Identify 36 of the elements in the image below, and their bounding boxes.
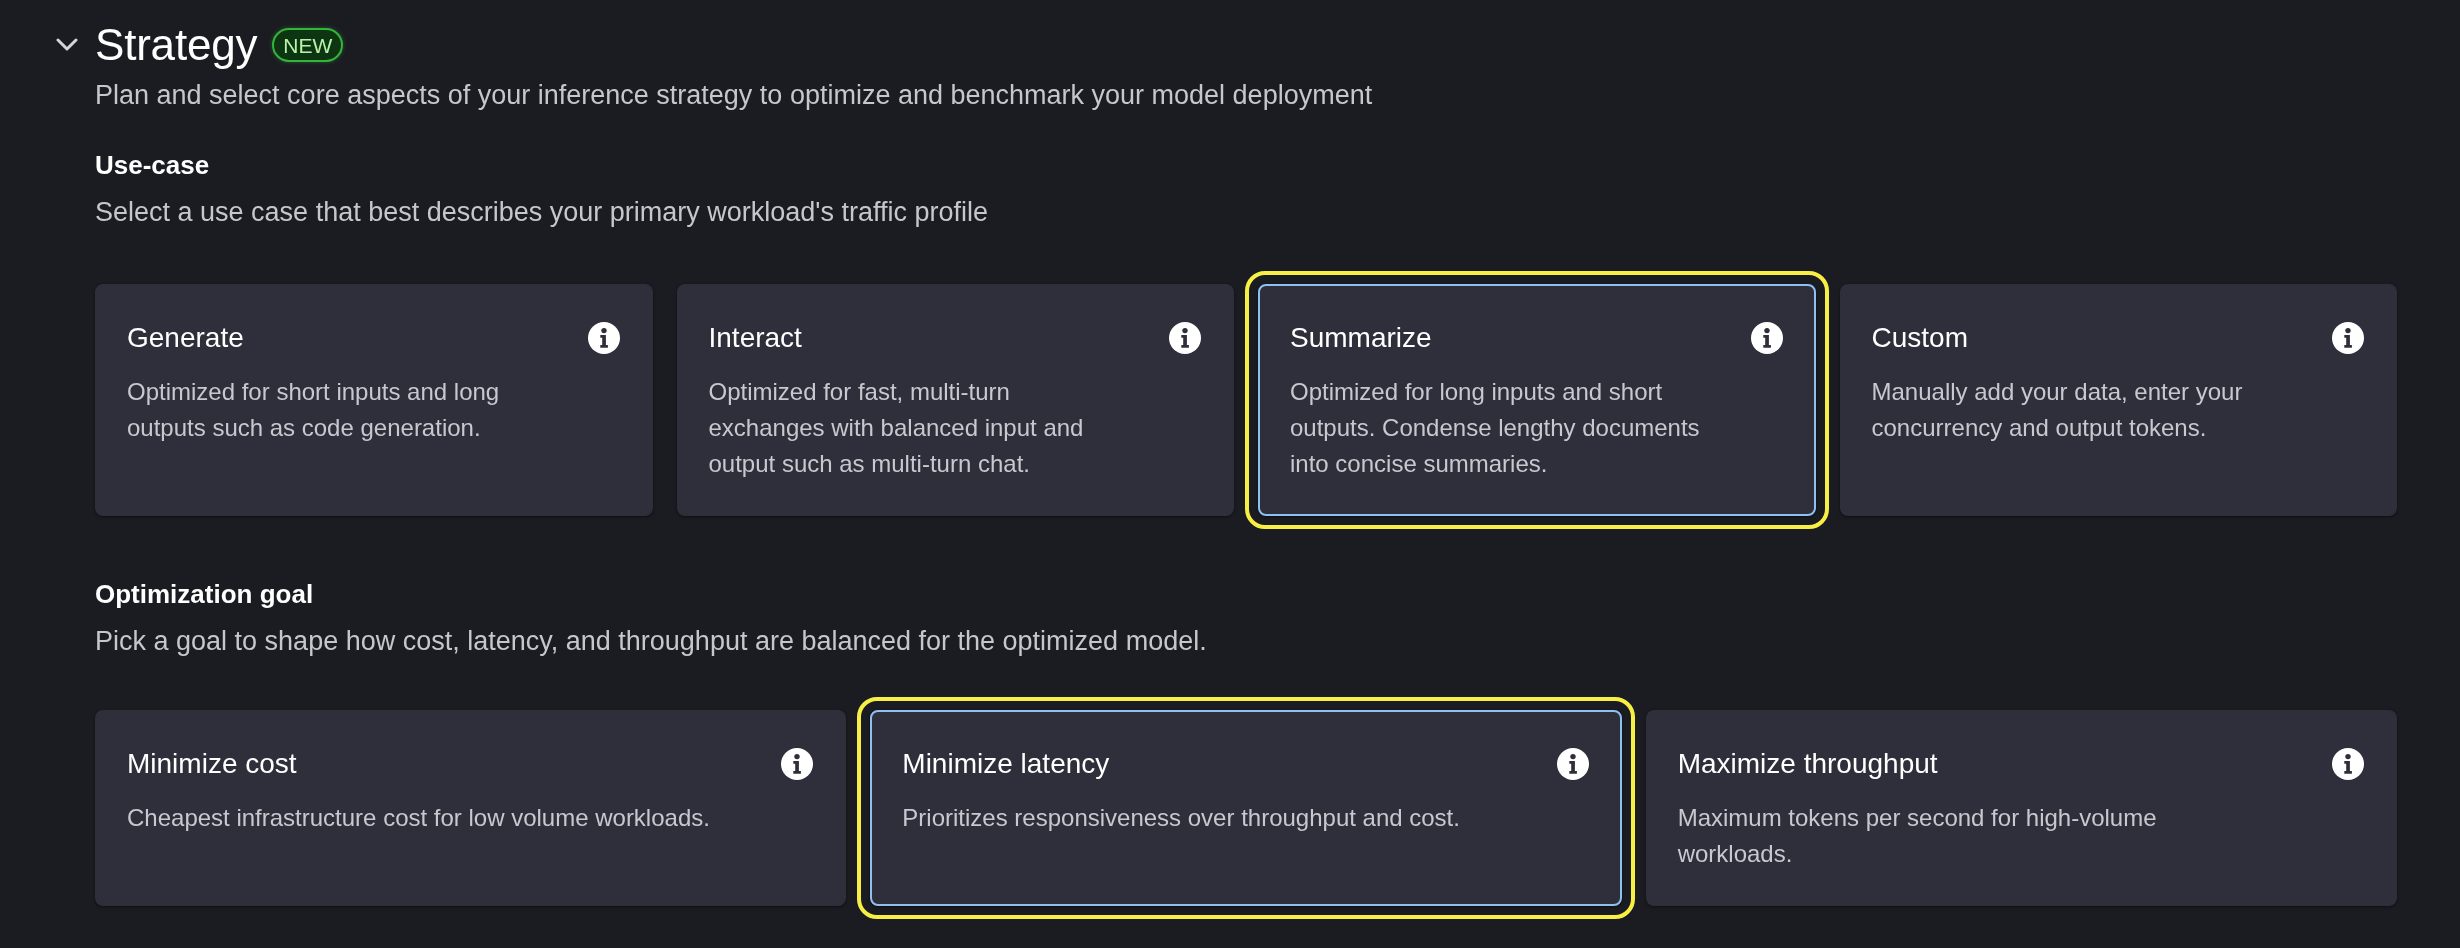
info-icon[interactable] — [2332, 748, 2364, 780]
section-subtitle: Plan and select core aspects of your inference strategy to optimize and benchmark your model deployment — [95, 79, 1374, 112]
card-title: Maximize throughput — [1677, 747, 1938, 781]
info-icon[interactable] — [2332, 322, 2364, 354]
info-icon[interactable] — [587, 322, 620, 354]
card-description: Cheapest infrastructure cost for low volume workloads. — [127, 803, 711, 833]
option-card[interactable]: Minimize latency Prioritizes responsiveness over throughput and cost. — [870, 710, 1622, 906]
info-icon[interactable] — [1169, 322, 1201, 354]
info-icon[interactable] — [1556, 748, 1589, 780]
new-badge: NEW — [272, 28, 344, 62]
card-description: Prioritizes responsiveness over throughput and cost. — [902, 803, 1461, 833]
card-title: Minimize cost — [127, 747, 297, 781]
section-title: Strategy — [95, 19, 258, 71]
option-card[interactable]: Custom Manually add your data, enter your concurrency and output tokens. — [1839, 284, 2397, 516]
card-title: Custom — [1871, 321, 1968, 355]
info-icon[interactable] — [781, 748, 814, 780]
section-description: Select a use case that best describes your primary workload's traffic profile — [95, 196, 990, 229]
option-card[interactable]: Generate Optimized for short inputs and long outputs such as code generation. — [95, 284, 653, 516]
info-icon[interactable] — [1750, 322, 1783, 354]
option-card[interactable]: Interact Optimized for fast, multi-turn exchanges with balanced input and output such as multi-turn chat. — [676, 284, 1234, 516]
card-title: Interact — [708, 321, 802, 355]
chevron-down-icon[interactable] — [56, 38, 78, 52]
section-description: Pick a goal to shape how cost, latency, and throughput are balanced for the optimized model. — [95, 625, 1208, 658]
option-card[interactable]: Summarize Optimized for long inputs and short outputs. Condense lengthy documents into concise summaries. — [1258, 284, 1816, 516]
option-card[interactable]: Maximize throughput Maximum tokens per second for high-volume workloads. — [1645, 710, 2397, 906]
card-title: Minimize latency — [902, 747, 1110, 781]
option-card[interactable]: Minimize cost Cheapest infrastructure cost for low volume workloads. — [95, 710, 847, 906]
card-title: Generate — [127, 321, 244, 355]
card-description: Manually add your data, enter your concurrency and output tokens. — [1871, 377, 2244, 443]
card-description: Maximum tokens per second for high-volume workloads. — [1677, 803, 2158, 869]
card-description: Optimized for fast, multi-turn exchanges with balanced input and output such as multi-turn chat. — [708, 377, 1085, 479]
card-description: Optimized for short inputs and long outputs such as code generation. — [127, 377, 501, 443]
card-title: Summarize — [1290, 321, 1432, 355]
section-heading: Optimization goal — [95, 578, 315, 611]
card-description: Optimized for long inputs and short outputs. Condense lengthy documents into concise summaries. — [1290, 377, 1701, 479]
section-heading: Use-case — [95, 149, 211, 182]
